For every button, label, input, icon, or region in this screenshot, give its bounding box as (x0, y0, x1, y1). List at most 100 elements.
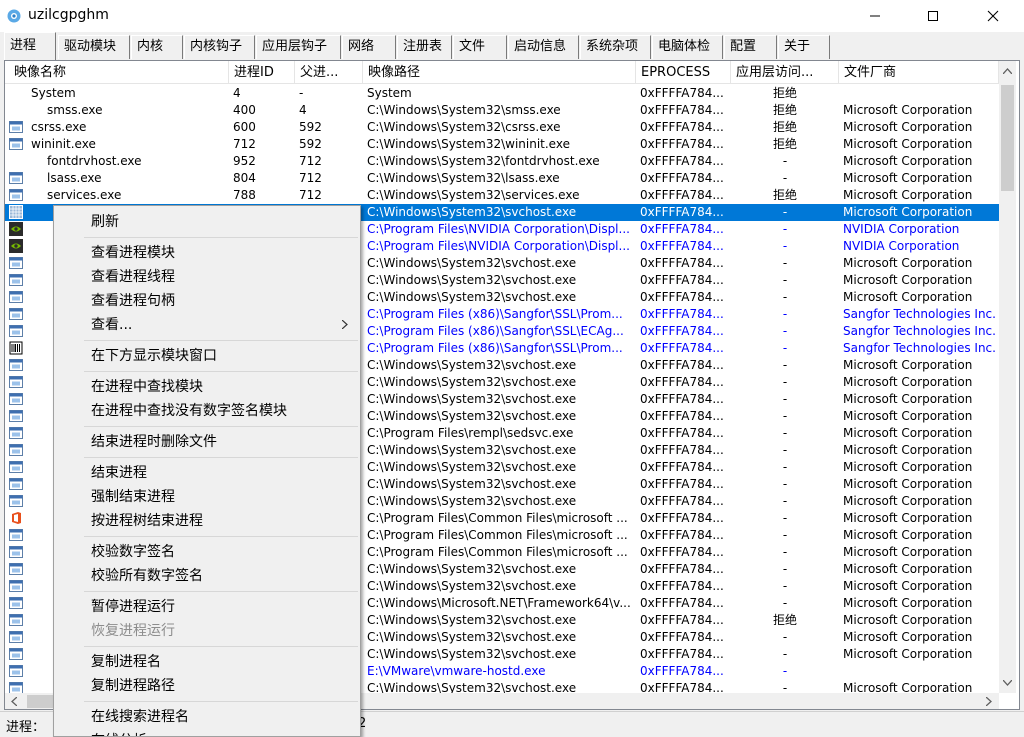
column-header-5[interactable]: 应用层访问... (731, 61, 839, 84)
cell-name: lsass.exe (47, 171, 102, 185)
cell-ppid: 592 (299, 137, 322, 151)
menu-separator (84, 591, 358, 592)
cell-vendor: Microsoft Corporation (843, 647, 973, 661)
cell-eprocess: 0xFFFFA784... (640, 392, 724, 406)
tab-7[interactable]: 文件 (453, 35, 507, 59)
vertical-scrollbar[interactable] (999, 61, 1016, 693)
tab-5[interactable]: 网络 (342, 35, 396, 59)
table-row[interactable]: wininit.exe 712 592 C:\Windows\System32\win… (5, 136, 999, 153)
window-app-icon (9, 460, 23, 474)
cell-vendor (839, 85, 999, 102)
cell-access: - (782, 154, 788, 168)
cell-path: C:\Windows\System32\csrss.exe (367, 120, 561, 134)
cell-pid: 4 (233, 86, 241, 100)
menu-item-5[interactable]: 查看... (56, 313, 358, 337)
minimize-button[interactable] (852, 0, 898, 32)
column-header-3[interactable]: 映像路径 (363, 61, 636, 84)
menu-item-27[interactable]: 在线搜索进程名 (56, 705, 358, 729)
cell-eprocess: 0xFFFFA784... (640, 324, 724, 338)
cell-path: C:\Windows\System32\svchost.exe (367, 290, 577, 304)
table-row[interactable]: smss.exe 400 4 C:\Windows\System32\smss.exe… (5, 102, 999, 119)
vertical-scroll-thumb[interactable] (1001, 85, 1014, 191)
cell-access: - (782, 239, 788, 253)
menu-item-24[interactable]: 复制进程名 (56, 650, 358, 674)
menu-item-19[interactable]: 校验所有数字签名 (56, 564, 358, 588)
menu-item-9[interactable]: 在进程中查找模块 (56, 375, 358, 399)
close-button[interactable] (970, 0, 1016, 32)
cell-eprocess: 0xFFFFA784... (640, 86, 724, 100)
tab-4[interactable]: 应用层钩子 (256, 35, 341, 59)
column-header-6[interactable]: 文件厂商 (839, 61, 999, 84)
scroll-down-icon[interactable] (1003, 680, 1012, 686)
table-row[interactable]: services.exe 788 712 C:\Windows\System32\se… (5, 187, 999, 204)
tab-2[interactable]: 内核 (131, 35, 183, 59)
cell-ppid: - (299, 86, 304, 100)
column-header-1[interactable]: 进程ID (229, 61, 295, 84)
cell-pid: 804 (233, 171, 256, 185)
table-row[interactable]: lsass.exe 804 712 C:\Windows\System32\lsass… (5, 170, 999, 187)
cell-vendor: Microsoft Corporation (843, 273, 973, 287)
menu-item-label: 校验数字签名 (91, 544, 175, 560)
table-row[interactable]: System 4 - System 0xFFFFA784... 拒绝 (5, 85, 999, 102)
tab-0[interactable]: 进程 (4, 32, 56, 60)
window-app-icon (9, 409, 23, 423)
column-header-4[interactable]: EPROCESS (636, 61, 731, 84)
cell-vendor: Microsoft Corporation (843, 596, 973, 610)
cell-vendor: NVIDIA Corporation (843, 222, 960, 236)
cell-access: 拒绝 (772, 137, 797, 151)
menu-item-7[interactable]: 在下方显示模块窗口 (56, 344, 358, 368)
cell-path: C:\Program Files\Common Files\microsoft … (367, 545, 628, 559)
tab-10[interactable]: 电脑体检 (652, 35, 723, 59)
scroll-right-icon[interactable] (986, 697, 992, 706)
menu-separator (84, 237, 358, 238)
menu-item-12[interactable]: 结束进程时删除文件 (56, 430, 358, 454)
menu-item-14[interactable]: 结束进程 (56, 461, 358, 485)
window-app-icon (9, 494, 23, 508)
cell-access: - (782, 409, 788, 423)
menu-item-0[interactable]: 刷新 (56, 210, 358, 234)
tab-8[interactable]: 启动信息 (508, 35, 579, 59)
menu-item-15[interactable]: 强制结束进程 (56, 485, 358, 509)
cell-eprocess: 0xFFFFA784... (640, 341, 724, 355)
menu-item-10[interactable]: 在进程中查找没有数字签名模块 (56, 399, 358, 423)
menu-item-4[interactable]: 查看进程句柄 (56, 289, 358, 313)
cell-eprocess: 0xFFFFA784... (640, 477, 724, 491)
table-row[interactable]: fontdrvhost.exe 952 712 C:\Windows\System32… (5, 153, 999, 170)
table-row[interactable]: csrss.exe 600 592 C:\Windows\System32\csrss… (5, 119, 999, 136)
menu-item-28[interactable]: 在线分析 (56, 729, 358, 736)
menu-item-25[interactable]: 复制进程路径 (56, 674, 358, 698)
cell-vendor: Microsoft Corporation (843, 375, 973, 389)
column-header-2[interactable]: 父进... (295, 61, 363, 84)
window-app-icon (9, 426, 23, 440)
tab-6[interactable]: 注册表 (397, 35, 452, 59)
tab-3[interactable]: 内核钩子 (184, 35, 255, 59)
cell-eprocess: 0xFFFFA784... (640, 511, 724, 525)
menu-item-label: 在线分析 (91, 733, 147, 736)
menu-item-2[interactable]: 查看进程模块 (56, 241, 358, 265)
tab-12[interactable]: 关于 (778, 35, 830, 59)
menu-separator (84, 340, 358, 341)
cell-vendor: Microsoft Corporation (843, 120, 973, 134)
menu-item-16[interactable]: 按进程树结束进程 (56, 509, 358, 533)
tab-11[interactable]: 配置 (724, 35, 777, 59)
menu-item-3[interactable]: 查看进程线程 (56, 265, 358, 289)
menu-item-label: 查看进程模块 (91, 245, 175, 261)
menu-item-label: 在进程中查找没有数字签名模块 (91, 403, 287, 419)
cell-eprocess: 0xFFFFA784... (640, 273, 724, 287)
cell-eprocess: 0xFFFFA784... (640, 443, 724, 457)
cell-access: - (782, 375, 788, 389)
menu-item-label: 结束进程 (91, 465, 147, 481)
cell-access: 拒绝 (772, 120, 797, 134)
column-header-0[interactable]: 映像名称 (9, 61, 229, 84)
window-app-icon (9, 613, 23, 627)
menu-item-18[interactable]: 校验数字签名 (56, 540, 358, 564)
tab-9[interactable]: 系统杂项 (580, 35, 651, 59)
cell-access: - (782, 664, 788, 678)
tab-1[interactable]: 驱动模块 (58, 35, 130, 59)
cell-path: C:\Windows\System32\services.exe (367, 188, 580, 202)
maximize-button[interactable] (910, 0, 956, 32)
cell-path: C:\Windows\System32\svchost.exe (367, 613, 577, 627)
scroll-left-icon[interactable] (11, 697, 17, 706)
menu-item-21[interactable]: 暂停进程运行 (56, 595, 358, 619)
scroll-up-icon[interactable] (1003, 68, 1012, 74)
